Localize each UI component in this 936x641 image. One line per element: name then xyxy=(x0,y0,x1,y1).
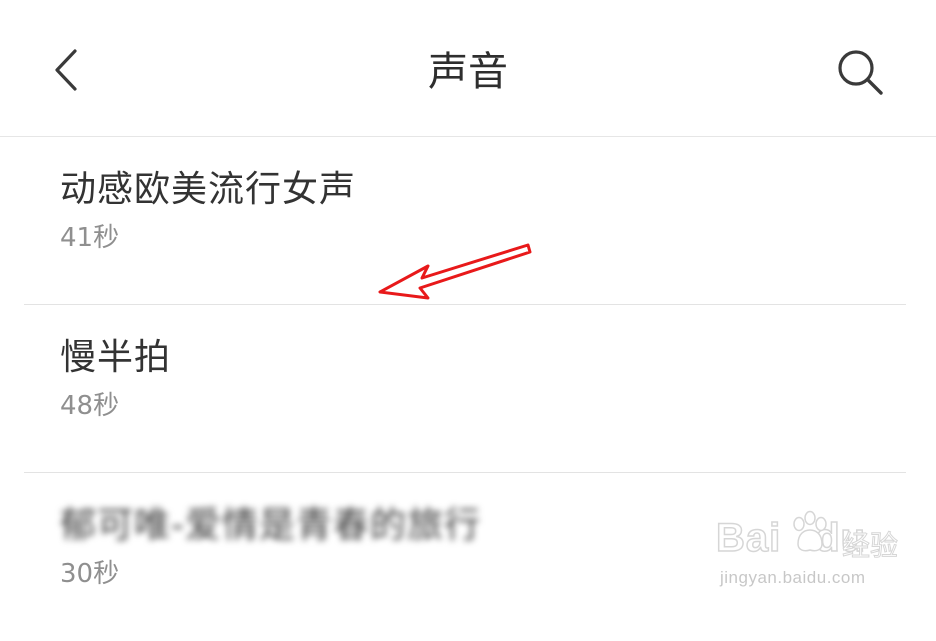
watermark-brand-cn: 经验 xyxy=(841,529,899,563)
sound-name: 郁可唯-爱情是青春的旅行 xyxy=(60,505,481,546)
sound-duration: 48秒 xyxy=(60,391,120,421)
red-arrow-annotation xyxy=(378,243,532,300)
sound-name: 慢半拍 xyxy=(60,337,172,378)
sound-duration: 41秒 xyxy=(60,223,120,253)
sound-duration: 30秒 xyxy=(60,559,120,589)
watermark-url: jingyan.baidu.com xyxy=(720,568,866,587)
sound-name: 动感欧美流行女声 xyxy=(60,169,357,210)
paw-icon xyxy=(793,510,827,552)
page-title: 声音 xyxy=(428,49,508,95)
sound-item[interactable]: 慢半拍 48秒 xyxy=(0,305,936,473)
baidu-jingyan-watermark: Bai du 经验 jingyan.baidu.com xyxy=(715,508,906,592)
search-icon xyxy=(838,50,883,95)
top-bar: 声音 xyxy=(0,0,936,137)
search-button[interactable] xyxy=(832,44,888,100)
